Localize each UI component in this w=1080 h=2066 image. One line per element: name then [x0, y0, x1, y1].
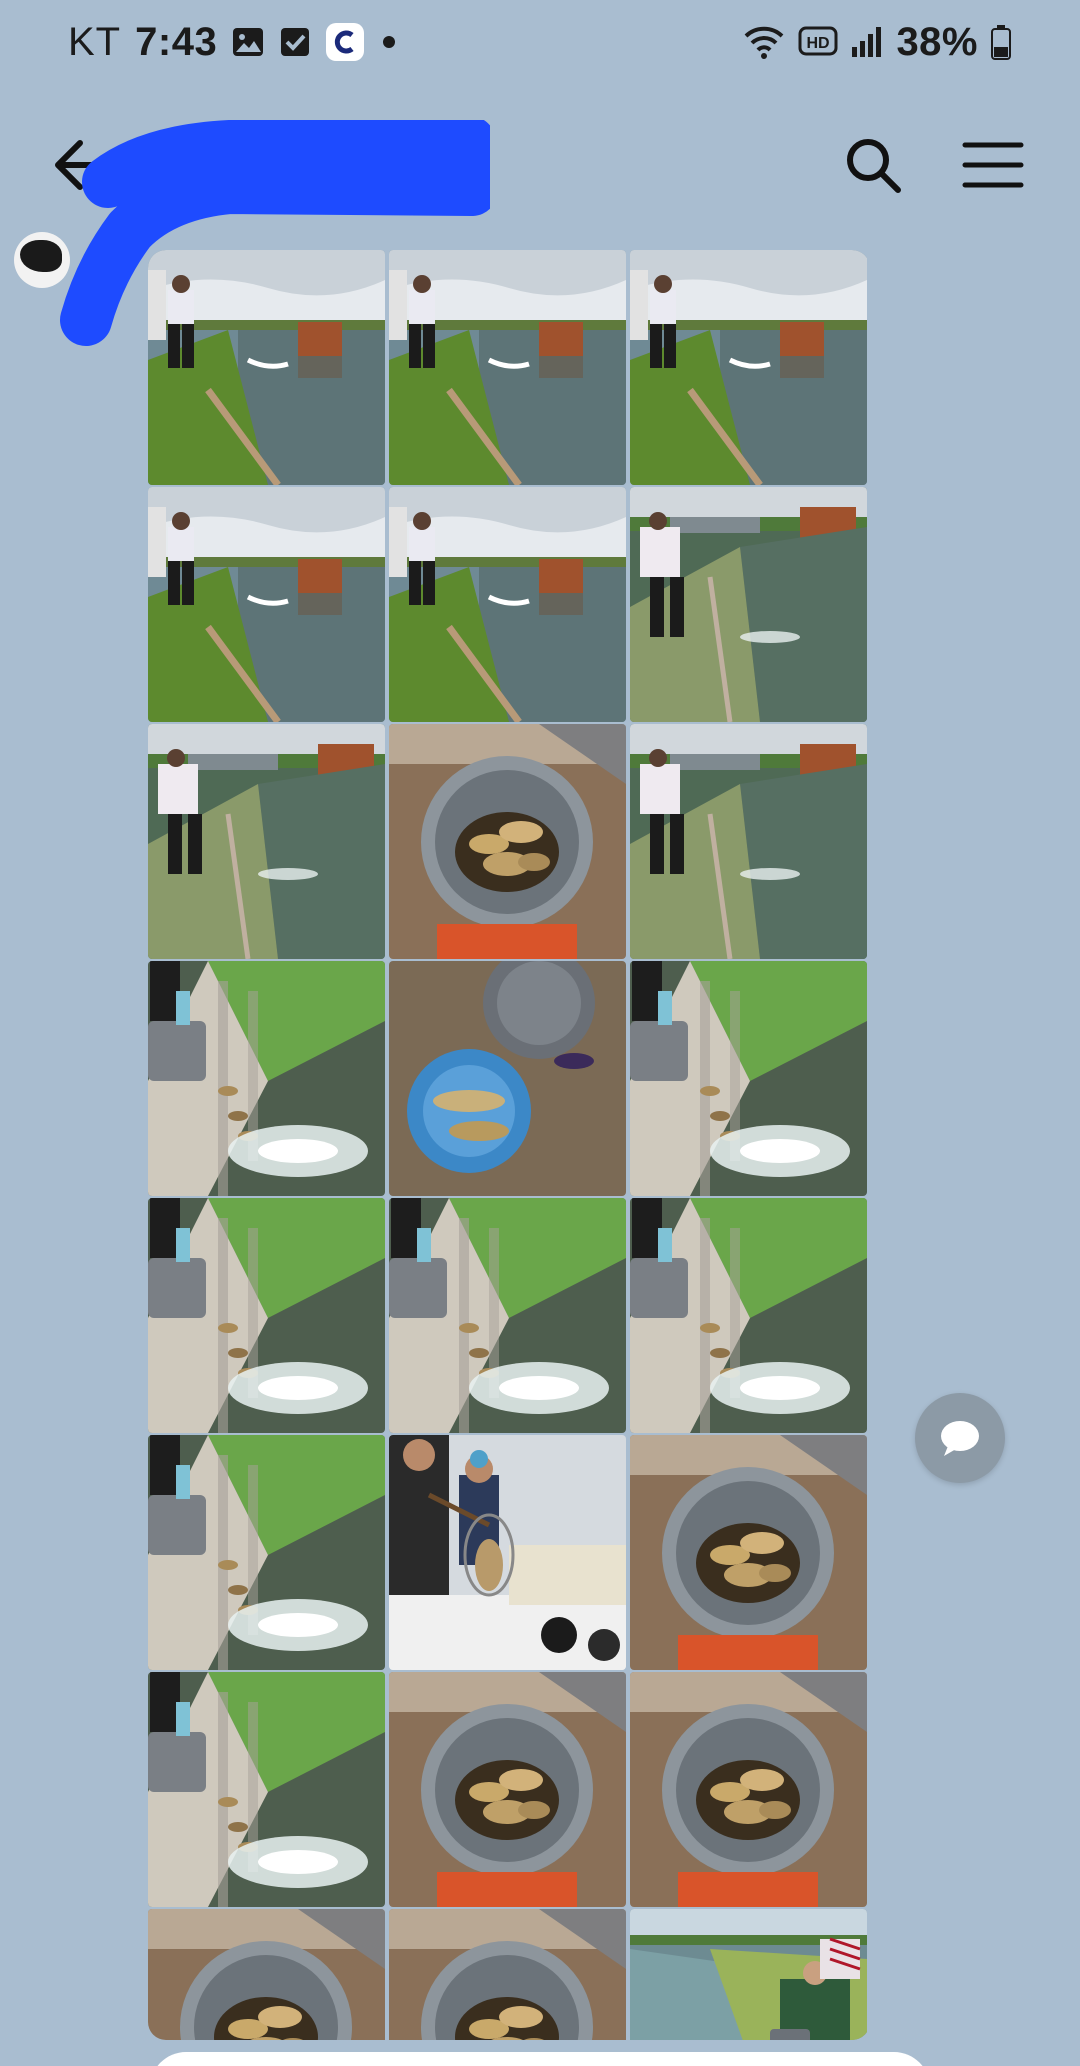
hamburger-icon: [962, 142, 1024, 188]
photo-thumbnail[interactable]: [389, 1909, 626, 2040]
photo-thumbnail[interactable]: [389, 724, 626, 959]
photo-thumbnail[interactable]: [148, 1435, 385, 1670]
status-left: KT 7:43: [68, 16, 399, 68]
hd-label: HD: [807, 35, 830, 52]
photo-thumbnail[interactable]: [148, 487, 385, 722]
photo-thumbnail[interactable]: [148, 250, 385, 485]
back-button[interactable]: [46, 128, 120, 202]
photo-thumbnail[interactable]: [389, 250, 626, 485]
photo-thumbnail[interactable]: [148, 724, 385, 959]
photo-thumbnail[interactable]: [389, 1672, 626, 1907]
wifi-icon: [742, 22, 786, 62]
photo-thumbnail[interactable]: [148, 961, 385, 1196]
search-button[interactable]: [838, 130, 908, 200]
status-bar: KT 7:43 HD 38%: [0, 0, 1080, 86]
photo-thumbnail[interactable]: [630, 487, 867, 722]
gallery-icon: [231, 25, 265, 59]
dot-icon: [379, 32, 399, 52]
photo-thumbnail[interactable]: [389, 487, 626, 722]
photo-thumbnail[interactable]: [630, 724, 867, 959]
app-header: 운영자: [0, 110, 1080, 220]
photo-thumbnail[interactable]: [389, 1435, 626, 1670]
photo-grid: [148, 250, 870, 2040]
photo-thumbnail[interactable]: [630, 961, 867, 1196]
arrow-left-icon: [55, 140, 113, 190]
carrier-label: KT: [68, 20, 122, 64]
search-icon: [847, 139, 901, 193]
photo-thumbnail[interactable]: [630, 1909, 867, 2040]
photo-thumbnail[interactable]: [148, 1672, 385, 1907]
menu-button[interactable]: [955, 130, 1031, 200]
bottom-sheet-edge: [150, 2052, 930, 2066]
chat-media-screen: KT 7:43 HD 38% 운영자: [0, 0, 1080, 2066]
c-app-icon: [325, 22, 365, 62]
photo-thumbnail[interactable]: [148, 1198, 385, 1433]
status-right: HD 38%: [742, 16, 1012, 68]
checkbox-icon: [279, 26, 311, 58]
photo-thumbnail[interactable]: [630, 1672, 867, 1907]
photo-thumbnail[interactable]: [630, 1435, 867, 1670]
photo-thumbnail[interactable]: [389, 961, 626, 1196]
hd-icon: HD: [798, 25, 838, 59]
clock: 7:43: [135, 20, 218, 64]
battery-icon: [990, 24, 1012, 60]
battery-percent: 38%: [896, 20, 978, 64]
chat-bubble-icon: [941, 1421, 979, 1456]
sender-avatar[interactable]: [14, 232, 70, 288]
page-title: 운영자: [170, 132, 337, 197]
chat-fab-button[interactable]: [915, 1393, 1005, 1483]
photo-thumbnail[interactable]: [148, 1909, 385, 2040]
photo-thumbnail[interactable]: [630, 250, 867, 485]
signal-icon: [850, 25, 884, 59]
photo-thumbnail[interactable]: [630, 1198, 867, 1433]
photo-thumbnail[interactable]: [389, 1198, 626, 1433]
